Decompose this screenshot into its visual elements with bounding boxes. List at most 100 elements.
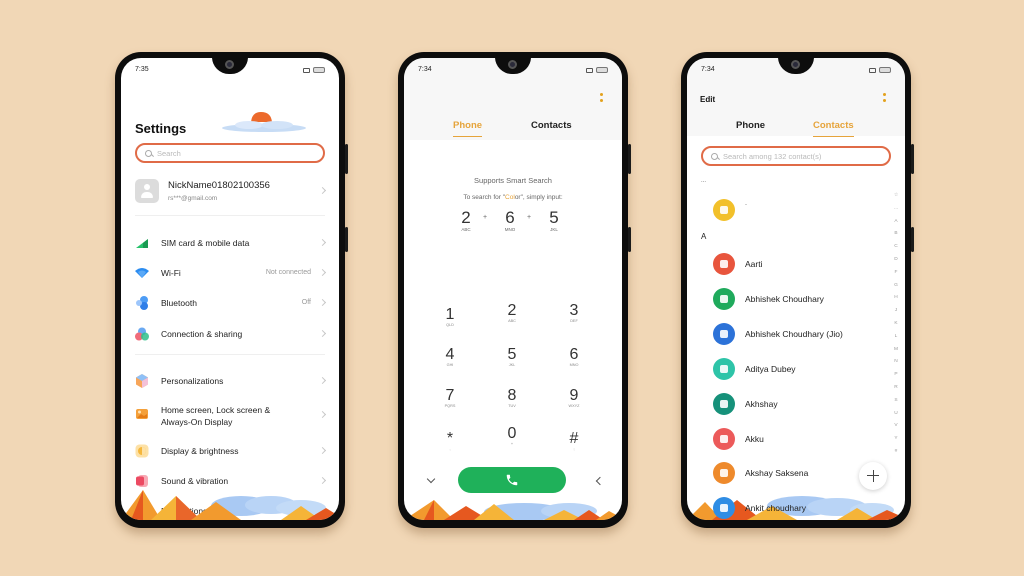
key-6[interactable]: 6 MNO [559,346,589,367]
index-letter[interactable]: A [892,219,900,232]
backspace-icon[interactable] [595,476,605,486]
more-options-icon[interactable] [600,93,604,105]
key-5[interactable]: 5 JKL [497,346,527,367]
key-1[interactable]: 1 QLD [435,306,465,327]
key-digit: 5 [507,346,517,363]
index-letter[interactable]: J [892,308,900,321]
avatar [135,179,159,203]
key-4[interactable]: 4 GHI [435,346,465,367]
alphabet-index[interactable]: ☆ ... A B C D F G H J K L M N P R S U V … [892,193,900,462]
index-letter[interactable]: B [892,231,900,244]
contact-item[interactable]: Aditya Dubey [707,355,875,385]
contact-item[interactable]: Abhishek Choudhary (Jio) [707,320,875,350]
contact-item[interactable]: Aarti [707,250,875,280]
index-letter[interactable]: L [892,334,900,347]
search-icon [711,152,718,160]
key-star[interactable]: *, [435,430,465,451]
settings-item-sim[interactable]: SIM card & mobile data [135,231,327,255]
chevron-right-icon [318,446,327,455]
tab-contacts[interactable]: Contacts [531,120,572,131]
index-letter[interactable]: C [892,244,900,257]
settings-item-bluetooth[interactable]: Bluetooth Off [135,291,327,315]
settings-item-display[interactable]: Display & brightness [135,439,327,463]
key-letters: ABC [508,319,516,323]
plus-sign: + [527,214,532,221]
display-brightness-icon [135,444,149,458]
index-letter[interactable]: F [892,270,900,283]
collapse-keypad-icon[interactable] [426,474,436,484]
settings-item-label: Personalizations [161,376,224,386]
settings-search-input[interactable]: Search [135,143,325,163]
key-3[interactable]: 3 DEF [559,302,589,323]
home-screen-icon [136,409,148,419]
contact-item[interactable]: Ankit choudhary [707,494,875,520]
chevron-right-icon [318,298,327,307]
key-hash[interactable]: #; [559,430,589,451]
key-2[interactable]: 2 ABC [497,302,527,323]
smart-search-example: 2 ABC + 6 MNO + 5 JKL [454,208,574,238]
settings-item-notifications[interactable]: Notifications & status bar [135,499,325,520]
index-letter[interactable]: # [892,449,900,462]
index-letter[interactable]: V [892,423,900,436]
settings-item-wifi[interactable]: Wi-Fi Not connected [135,261,327,285]
contact-item[interactable]: Akshay Saksena [707,459,875,489]
contact-name: Abhishek Choudhary (Jio) [745,329,843,339]
smart-search-hint: To search for "Color", simply input: [404,194,622,201]
example-digit: 6 MNO [500,208,520,232]
key-8[interactable]: 8 TUV [497,387,527,408]
index-letter[interactable]: P [892,372,900,385]
key-digit: 7 [445,387,455,404]
key-0[interactable]: 0 + [497,425,527,446]
edit-button[interactable]: Edit [700,95,715,104]
key-letters: PQRS [444,404,456,408]
digit: 5 [549,208,559,227]
add-contact-button[interactable] [859,462,887,490]
contact-avatar [713,393,735,415]
index-letter[interactable]: ☆ [892,193,900,206]
index-letter[interactable]: G [892,283,900,296]
settings-item-sound[interactable]: Sound & vibration [135,469,327,493]
index-letter[interactable]: D [892,257,900,270]
index-letter[interactable]: ... [892,206,900,219]
tab-contacts[interactable]: Contacts [813,120,854,137]
settings-item-connection[interactable]: Connection & sharing [135,322,327,346]
example-digit: 5 JKL [544,208,564,232]
index-letter[interactable]: M [892,347,900,360]
letters: MNO [504,227,516,232]
tab-phone[interactable]: Phone [736,120,765,131]
contact-item[interactable]: - [707,196,875,226]
settings-item-home-screen[interactable]: Home screen, Lock screen & Always-On Disp… [135,398,327,432]
label-line-2: Always-On Display [161,417,233,427]
screen-icon [586,67,593,73]
contact-item[interactable]: Abhishek Choudhary [707,285,875,315]
index-letter[interactable]: H [892,295,900,308]
contact-avatar [713,253,735,275]
key-7[interactable]: 7 PQRS [435,387,465,408]
front-camera-icon [225,60,234,69]
settings-item-personalizations[interactable]: Personalizations [135,369,327,393]
index-letter[interactable]: Y [892,436,900,449]
connection-sharing-icon [135,327,149,341]
contact-item[interactable]: Akku [707,425,875,455]
contact-name: Aarti [745,259,763,269]
key-9[interactable]: 9 WXYZ [559,387,589,408]
contact-name: - [745,202,747,208]
index-letter[interactable]: R [892,385,900,398]
index-letter[interactable]: S [892,398,900,411]
chevron-right-icon [318,476,327,485]
index-letter[interactable]: N [892,359,900,372]
example-digit: 2 ABC [456,208,476,232]
account-row[interactable]: NickName01802100356 rs***@gmail.com [135,176,327,210]
more-options-icon[interactable] [883,93,887,105]
index-letter[interactable]: K [892,321,900,334]
contact-item[interactable]: Akhshay [707,390,875,420]
chevron-right-icon [318,329,327,338]
index-letter[interactable]: U [892,411,900,424]
key-letters: , [449,447,451,451]
key-digit: 4 [445,346,455,363]
tab-phone[interactable]: Phone [453,120,483,137]
call-button[interactable] [458,467,566,493]
contact-name: Aditya Dubey [745,364,796,374]
search-placeholder: Search [157,148,181,158]
contacts-search-input[interactable]: Search among 132 contact(s) [701,146,891,166]
